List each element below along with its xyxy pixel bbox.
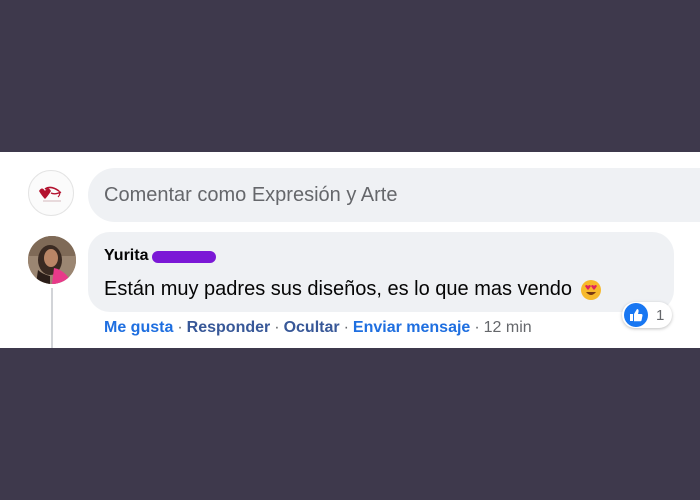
hide-button[interactable]: Ocultar — [284, 319, 340, 337]
page-avatar[interactable] — [28, 170, 74, 216]
separator: · — [274, 319, 280, 336]
author-row: Yurita — [104, 246, 658, 266]
comment-panel: Comentar como Expresión y Arte Yurita Es… — [0, 152, 700, 348]
heart-eyes-emoji-icon — [580, 279, 602, 301]
reply-button[interactable]: Responder — [187, 319, 271, 337]
separator: · — [474, 319, 480, 336]
separator: · — [343, 319, 349, 336]
comment-text-row: Están muy padres sus diseños, es lo que … — [104, 278, 658, 301]
reaction-summary[interactable]: 1 — [622, 302, 673, 328]
reaction-count: 1 — [656, 306, 665, 324]
like-button[interactable]: Me gusta — [104, 319, 173, 337]
redacted-surname — [152, 251, 217, 263]
comment-bubble: Yurita Están muy padres sus diseños, es … — [88, 232, 674, 312]
panel-edge — [0, 152, 4, 348]
thread-line — [51, 288, 53, 348]
author-name[interactable]: Yurita — [104, 247, 148, 265]
send-message-button[interactable]: Enviar mensaje — [353, 319, 470, 337]
comment-input-placeholder: Comentar como Expresión y Arte — [104, 183, 398, 206]
comment-timestamp[interactable]: 12 min — [484, 319, 532, 337]
comment-text: Están muy padres sus diseños, es lo que … — [104, 278, 573, 300]
like-icon — [624, 303, 648, 327]
comment-actions: Me gusta · Responder · Ocultar · Enviar … — [104, 317, 532, 339]
separator: · — [177, 319, 183, 336]
page-logo-icon — [39, 186, 62, 202]
user-photo-icon — [28, 236, 76, 284]
avatar[interactable] — [28, 236, 76, 284]
comment-input[interactable]: Comentar como Expresión y Arte — [88, 168, 700, 222]
